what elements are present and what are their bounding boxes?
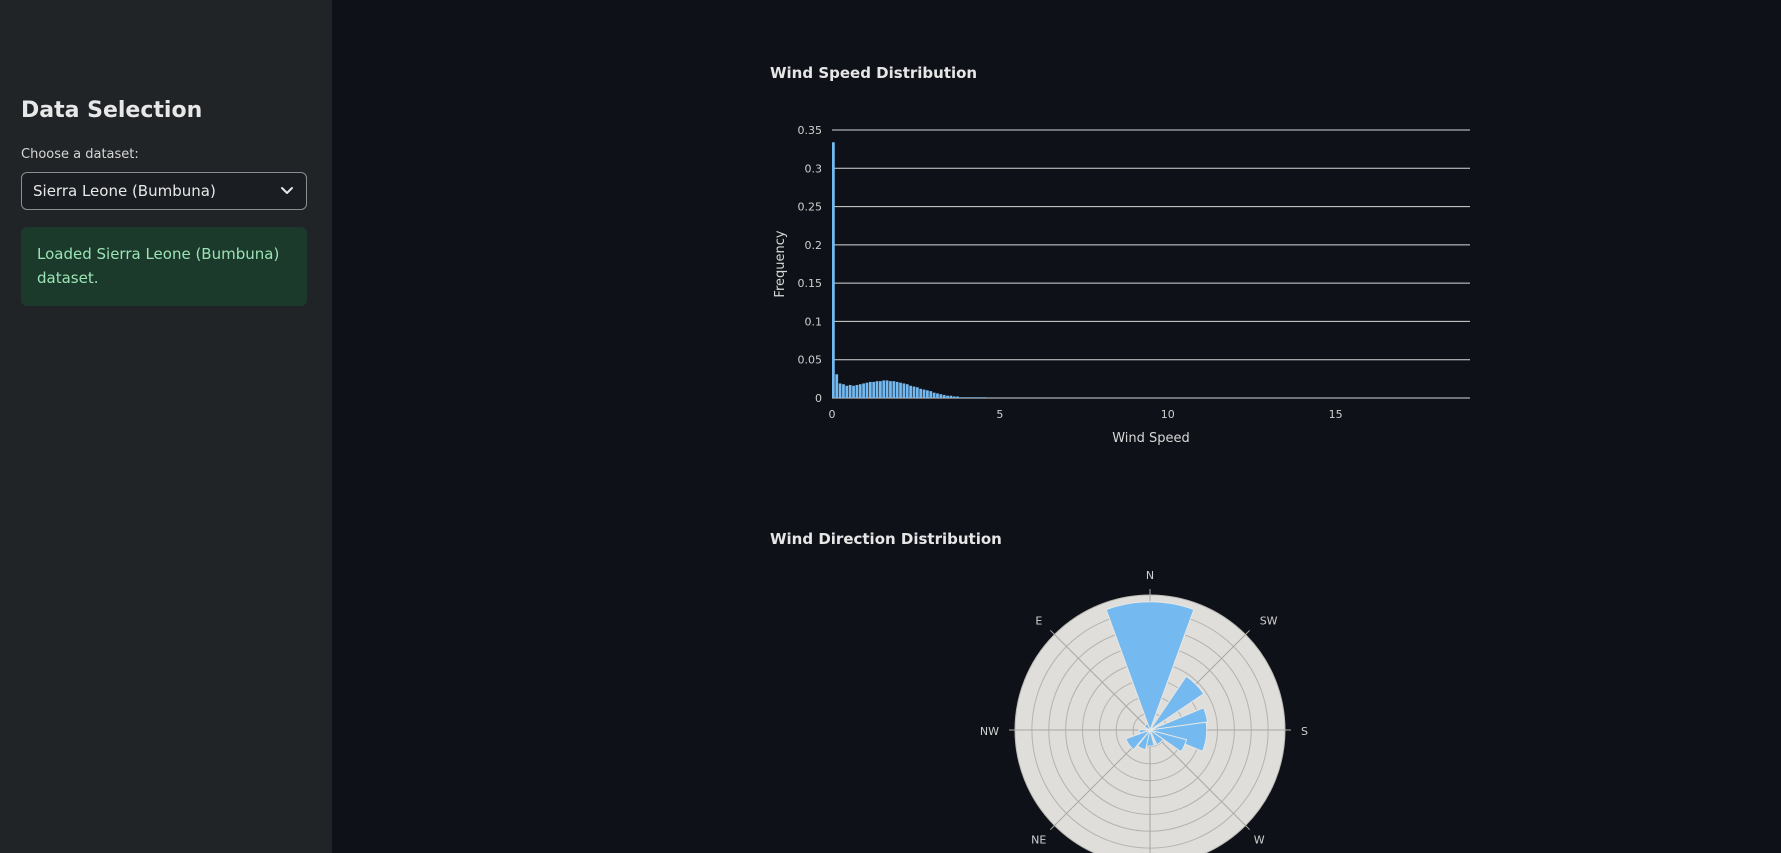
histogram-bar [905,384,909,398]
histogram-bar [919,388,923,398]
histogram-bar [939,394,943,398]
wind-speed-histogram: 0 0.05 0.1 0.15 0.2 0.25 0.3 0.35 0 5 10 15 Wind Spe… [773,124,1470,446]
histogram-bar [959,397,963,398]
y-tick-label: 0.15 [798,277,823,290]
sidebar-title: Data Selection [21,98,203,123]
histogram-bar [895,381,899,398]
dataset-select-label: Choose a dataset: [21,147,139,162]
histogram-bar [949,395,953,398]
y-tick-label: 0.1 [805,315,823,328]
dataset-select-value: Sierra Leone (Bumbuna) [33,182,216,200]
histogram-bar [902,383,906,398]
histogram-bar [922,389,926,398]
chevron-down-icon [280,186,294,196]
histogram-bar [932,392,936,398]
histogram-bar [832,142,835,398]
histogram-bar [868,381,872,398]
histogram-bar [838,383,842,398]
histogram-bar [865,382,869,398]
histogram-bar [976,397,980,398]
histogram-bar [862,383,865,398]
histogram-bar [936,393,939,398]
histogram-bar [848,384,852,398]
success-alert: Loaded Sierra Leone (Bumbuna) dataset. [21,227,307,306]
histogram-bar [973,397,976,398]
histogram-bar [875,381,879,398]
histogram-bar [969,397,973,398]
angular-label: NW [980,725,999,738]
y-tick-label: 0 [815,392,822,405]
x-tick-label: 0 [829,408,836,421]
histogram-bar [983,397,986,398]
histogram-bar [842,384,845,398]
x-tick-label: 15 [1329,408,1343,421]
x-axis-label: Wind Speed [1112,431,1190,446]
histogram-bar [962,397,966,398]
histogram-bar [952,396,956,398]
dataset-select[interactable]: Sierra Leone (Bumbuna) [21,172,307,210]
histogram-bar [926,390,929,398]
angular-label: NE [1031,834,1046,847]
histogram-bar [966,397,970,398]
histogram-bar [889,381,892,398]
y-tick-label: 0.3 [805,162,823,175]
histogram-bar [835,374,839,398]
histogram-bar [858,384,862,398]
histogram-bar [946,395,949,398]
histogram-bar [929,391,933,398]
histogram-bar [855,384,859,398]
histogram-bar [885,380,889,398]
histogram-bar [956,396,959,398]
wind-direction-rose: NSWSWNENWE [980,569,1308,853]
histogram-bar [872,381,876,398]
histogram-bar [899,382,902,398]
angular-label: E [1035,614,1042,627]
sidebar: Data Selection Choose a dataset: Sierra … [0,0,332,853]
histogram-bar [852,385,855,398]
speed-chart-title: Wind Speed Distribution [770,64,978,82]
angular-label: W [1254,834,1265,847]
histogram-bar [882,380,886,398]
y-tick-label: 0.35 [798,124,823,137]
histogram-bar [909,385,912,398]
main-content: Wind Speed Distribution 0 0.05 0.1 0.15 0.2 0… [332,0,1781,853]
histogram-bar [912,386,916,398]
histogram-bar [915,387,919,398]
x-tick-label: 10 [1161,408,1175,421]
y-tick-label: 0.2 [805,239,823,252]
x-tick-label: 5 [996,408,1003,421]
y-tick-label: 0.25 [798,201,823,214]
histogram-bar [892,381,896,398]
angular-label: N [1146,569,1154,582]
histogram-bar [845,385,849,398]
direction-chart-title: Wind Direction Distribution [770,530,1002,548]
histogram-bar [942,394,946,398]
y-tick-label: 0.05 [798,354,823,367]
histogram-bar [879,381,882,398]
angular-label: S [1301,725,1308,738]
y-axis-label: Frequency [773,230,788,297]
histogram-bar [979,397,983,398]
angular-label: SW [1260,614,1278,627]
